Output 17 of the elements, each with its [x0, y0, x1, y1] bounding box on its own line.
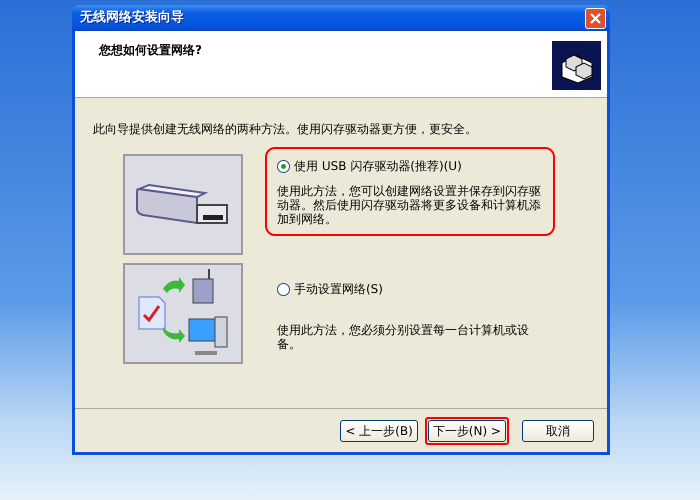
- wizard-button[interactable]: 下一步(N) >: [428, 420, 506, 442]
- option-label: 手动设置网络(S): [294, 281, 383, 298]
- wizard-button[interactable]: < 上一步(B): [340, 420, 418, 442]
- radio-button[interactable]: [277, 282, 290, 296]
- wizard-heading: 您想如何设置网络?: [99, 42, 202, 59]
- wizard-button[interactable]: 取消: [522, 420, 594, 442]
- close-button[interactable]: [585, 8, 606, 28]
- option-description: 使用此方法，您可以创建网络设置并保存到闪存驱动器。然后使用闪存驱动器将更多设备和计算机添加到网络。: [277, 185, 542, 226]
- window-title: 无线网络安装向导: [80, 8, 184, 28]
- option-label: 使用 USB 闪存驱动器(推荐)(U): [294, 158, 462, 175]
- network-computers-icon: [552, 41, 601, 90]
- radio-option[interactable]: 使用 USB 闪存驱动器(推荐)(U): [277, 157, 543, 175]
- intro-text: 此向导提供创建无线网络的两种方法。使用闪存驱动器更方便，更安全。: [93, 121, 478, 138]
- radio-option[interactable]: 手动设置网络(S): [277, 280, 543, 298]
- close-icon: [589, 12, 602, 24]
- radio-button[interactable]: [277, 160, 290, 172]
- option-description: 使用此方法，您必须分别设置每一台计算机或设备。: [277, 324, 530, 352]
